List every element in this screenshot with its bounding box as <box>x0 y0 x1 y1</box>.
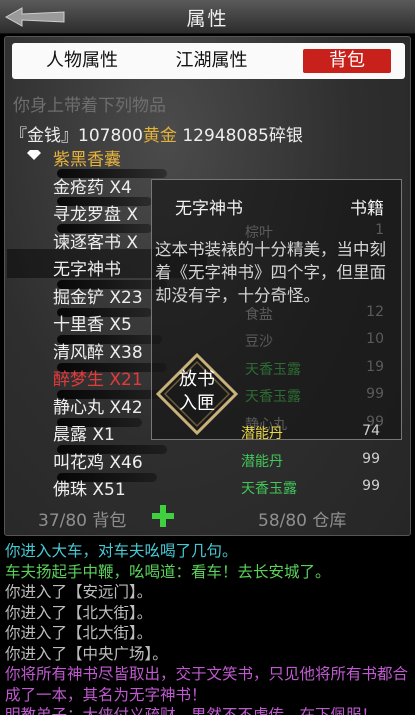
money-line: 『金钱』107800黄金 12948085碎银 <box>10 121 303 146</box>
item-type: 书籍 <box>350 199 384 219</box>
money-value: 107800 <box>78 126 143 146</box>
title-bar: 属性 <box>0 0 415 34</box>
diamond-icon <box>27 150 41 160</box>
inventory-item[interactable]: 寻龙罗盘 X <box>53 200 138 225</box>
item-name: 无字神书 <box>175 199 243 219</box>
tab-backpack[interactable]: 背包 <box>303 49 391 73</box>
store-in-box-label: 放书入匣 <box>179 369 215 414</box>
gold-label: 黄金 <box>142 126 177 146</box>
page-title: 属性 <box>186 8 229 30</box>
inventory-panel: 人物属性 江湖属性 背包 你身上带着下列物品 『金钱』107800黄金 1294… <box>4 36 411 536</box>
inventory-hint: 你身上带着下列物品 <box>13 96 166 116</box>
inventory-item[interactable]: 十里香 X5 <box>53 310 132 335</box>
inventory-item[interactable]: 清风醉 X38 <box>53 338 143 363</box>
log-line: 你进入了【北大街】。 <box>5 624 153 642</box>
inventory-item[interactable]: 静心丸 X42 <box>53 393 143 418</box>
inventory-item[interactable]: 醉梦生 X21 <box>53 365 143 390</box>
inventory-item[interactable]: 晨露 X1 <box>53 420 115 445</box>
item-detail-popup: 棕叶 1 食盐 12 豆沙 10 天香玉露 19 天香玉露 99 静心丸 99 无字神书 书… <box>151 179 402 440</box>
inventory-item[interactable]: 金疮药 X4 <box>53 173 132 198</box>
item-description: 这本书装裱的十分精美，当中刻着《无字神书》四个字，但里面却没有字，十分奇怪。 <box>155 240 386 305</box>
inventory-item-selected[interactable]: 无字神书 <box>53 255 121 280</box>
log-line: 你进入了【安远门】。 <box>5 583 153 601</box>
inventory-item[interactable]: 佛珠 X51 <box>53 475 126 500</box>
inventory-item[interactable]: 掘金铲 X23 <box>53 283 143 308</box>
inventory-item[interactable]: 叫花鸡 X46 <box>53 448 143 473</box>
warehouse-capacity: 58/80 仓库 <box>258 511 347 531</box>
plus-icon[interactable] <box>151 504 175 528</box>
log-line: 你进入了【北大街】。 <box>5 603 153 622</box>
log-line: 你进入大车，对车夫吆喝了几句。 <box>5 542 238 560</box>
log-line: 你进入了【中央广场】。 <box>5 644 168 663</box>
silver-value: 12948085碎银 <box>182 126 303 146</box>
tab-jianghu-attributes[interactable]: 江湖属性 <box>159 48 264 74</box>
log-line: 你将所有神书尽皆取出，交于文笑书，只见他将所有书都合成了一本，其名为无字神书！ <box>5 665 409 704</box>
inventory-item[interactable]: 谏逐客书 X <box>53 228 138 253</box>
bag-capacity: 37/80 背包 <box>38 511 127 531</box>
tab-bar: 人物属性 江湖属性 背包 <box>12 43 405 79</box>
inventory-item[interactable]: 紫黑香囊 <box>53 145 121 170</box>
tab-character-attributes[interactable]: 人物属性 <box>32 48 132 74</box>
message-log[interactable]: 你进入大车，对车夫吆喝了几句。 车夫扬起手中鞭，吆喝道：看车！去长安城了。 你进… <box>0 539 415 715</box>
log-line: 车夫扬起手中鞭，吆喝道：看车！去长安城了。 <box>5 562 331 581</box>
money-label: 『金钱』 <box>10 126 78 146</box>
log-line: 明教弟子：大侠付义疏财，男然不不虚传，在下佩服！ <box>5 706 378 715</box>
